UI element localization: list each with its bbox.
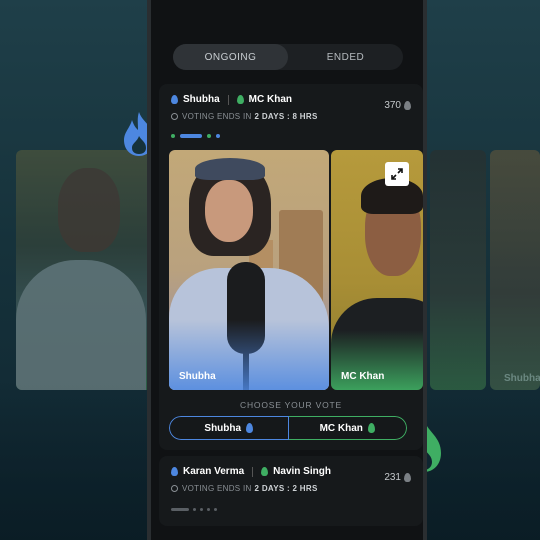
divider	[227, 94, 229, 105]
voting-countdown: VOTING ENDS IN 2 DAYS : 2 HRS	[171, 484, 318, 493]
vote-count: 370	[384, 100, 411, 111]
vote-count: 231	[384, 472, 411, 483]
tab-ongoing[interactable]: ONGOING	[173, 44, 288, 70]
carousel-indicator	[171, 134, 220, 138]
divider	[252, 466, 254, 477]
battle-players: Karan Verma Navin Singh	[171, 466, 331, 477]
indicator-dot	[216, 134, 220, 138]
battle-card[interactable]: Karan Verma Navin Singh VOTING ENDS IN 2…	[159, 456, 423, 526]
indicator-dot	[193, 508, 196, 511]
player-name: Navin Singh	[273, 466, 331, 477]
person-body	[16, 260, 146, 390]
flame-icon	[236, 95, 244, 104]
vote-button-right[interactable]: MC Khan	[288, 416, 407, 440]
indicator-dot	[200, 508, 203, 511]
video-label: Shubha	[179, 371, 216, 382]
person-headband	[195, 158, 265, 180]
voting-prefix: VOTING ENDS IN	[182, 112, 252, 121]
indicator-active	[180, 134, 202, 138]
side-thumbnail-left	[16, 150, 164, 390]
player-name: Karan Verma	[183, 466, 245, 477]
voting-countdown: VOTING ENDS IN 2 DAYS : 8 HRS	[171, 112, 318, 121]
side-thumbnail-right-2: Shubha	[490, 150, 540, 390]
vote-count-value: 370	[384, 100, 401, 111]
expand-icon[interactable]	[385, 162, 409, 186]
indicator-dot	[214, 508, 217, 511]
voting-time: 2 DAYS : 2 HRS	[254, 484, 318, 493]
side-thumbnail-label: Shubha	[504, 373, 540, 384]
vote-button-label: Shubha	[204, 422, 242, 434]
vote-button-label: MC Khan	[319, 422, 363, 434]
flame-icon	[171, 95, 178, 104]
clock-icon	[171, 113, 178, 120]
vote-selector: Shubha MC Khan	[169, 416, 407, 440]
indicator-dot	[207, 508, 210, 511]
flame-icon	[261, 467, 269, 476]
flame-icon	[171, 467, 178, 476]
tab-bar: ONGOING ENDED	[173, 44, 403, 70]
indicator-dot	[171, 134, 175, 138]
phone-screen: ONGOING ENDED Shubha MC Khan VOTING ENDS…	[147, 0, 427, 540]
expand-icon-glyph	[391, 168, 403, 180]
voting-time: 2 DAYS : 8 HRS	[254, 112, 318, 121]
carousel-indicator	[171, 508, 217, 511]
choose-vote-label: CHOOSE YOUR VOTE	[240, 400, 342, 410]
flame-icon	[404, 473, 411, 482]
flame-icon	[404, 101, 411, 110]
person-face	[205, 180, 253, 242]
player-name: Shubha	[183, 94, 220, 105]
battle-card[interactable]: Shubha MC Khan VOTING ENDS IN 2 DAYS : 8…	[159, 84, 423, 450]
person-head	[58, 168, 120, 252]
flame-icon	[246, 423, 254, 433]
video-label: MC Khan	[341, 371, 385, 382]
indicator-dot	[207, 134, 211, 138]
flame-icon	[367, 423, 375, 433]
vote-count-value: 231	[384, 472, 401, 483]
vote-button-left[interactable]: Shubha	[169, 416, 289, 440]
clock-icon	[171, 485, 178, 492]
battle-players: Shubha MC Khan	[171, 94, 292, 105]
indicator-active	[171, 508, 189, 511]
tab-ended[interactable]: ENDED	[288, 44, 403, 70]
video-player-1[interactable]: Shubha	[169, 150, 329, 390]
side-thumbnail-right-1	[430, 150, 486, 390]
video-player-2[interactable]: MC Khan	[331, 150, 423, 390]
voting-prefix: VOTING ENDS IN	[182, 484, 252, 493]
player-name: MC Khan	[248, 94, 293, 105]
